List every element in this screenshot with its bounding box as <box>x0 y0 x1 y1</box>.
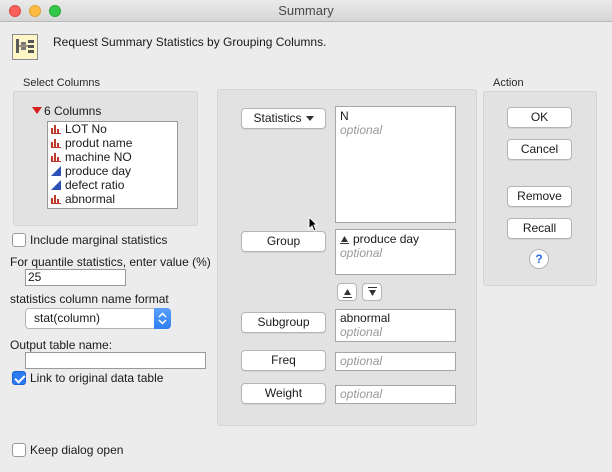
name-format-label: statistics column name format <box>10 292 169 306</box>
close-window-button[interactable] <box>9 5 21 17</box>
sort-descending-button[interactable] <box>362 283 382 301</box>
window-title: Summary <box>278 3 334 18</box>
sort-ascending-icon <box>340 236 349 244</box>
statistics-role-box[interactable]: N optional <box>335 106 456 223</box>
quantile-input[interactable]: 25 <box>25 269 126 286</box>
freq-button[interactable]: Freq <box>241 350 326 371</box>
maximize-window-button[interactable] <box>49 5 61 17</box>
column-list[interactable]: LOT No produt name machine NO produce da… <box>47 121 178 209</box>
statistics-role-value: N <box>340 109 349 123</box>
cancel-button[interactable]: Cancel <box>507 139 572 160</box>
action-label: Action <box>493 77 524 89</box>
output-table-input[interactable] <box>25 352 206 369</box>
name-format-value: stat(column) <box>34 311 101 325</box>
freq-role-box[interactable]: optional <box>335 352 456 371</box>
list-item[interactable]: abnormal <box>48 192 177 206</box>
keep-open-label: Keep dialog open <box>30 443 124 457</box>
group-role-placeholder: optional <box>340 246 383 260</box>
continuous-triangle-icon <box>51 180 61 190</box>
include-marginal-label: Include marginal statistics <box>30 233 168 247</box>
group-role-item[interactable]: produce day <box>340 232 455 246</box>
updown-chevron-icon <box>154 308 171 329</box>
mouse-cursor-icon <box>308 215 319 235</box>
list-item[interactable]: machine NO <box>48 150 177 164</box>
name-format-select[interactable]: stat(column) <box>25 308 171 329</box>
link-original-checkbox[interactable] <box>12 371 26 385</box>
list-item[interactable]: produce day <box>48 164 177 178</box>
minimize-window-button[interactable] <box>29 5 41 17</box>
subgroup-button[interactable]: Subgroup <box>241 312 326 333</box>
subgroup-role-value: abnormal <box>340 311 391 325</box>
sort-ascending-icon <box>343 289 352 298</box>
continuous-triangle-icon <box>51 166 61 176</box>
select-columns-label: Select Columns <box>23 77 101 89</box>
statistics-button[interactable]: Statistics <box>241 108 326 129</box>
nominal-bar-icon <box>51 139 61 148</box>
disclosure-triangle-icon <box>32 107 42 114</box>
title-bar[interactable]: Summary <box>0 0 612 22</box>
subgroup-role-placeholder: optional <box>340 325 383 339</box>
group-role-box[interactable]: produce day optional <box>335 229 456 275</box>
sort-descending-icon <box>368 287 377 296</box>
weight-role-box[interactable]: optional <box>335 385 456 404</box>
link-original-label: Link to original data table <box>30 371 164 385</box>
recall-button[interactable]: Recall <box>507 218 572 239</box>
dialog-description: Request Summary Statistics by Grouping C… <box>53 35 327 49</box>
dropdown-caret-icon <box>305 116 314 121</box>
weight-button[interactable]: Weight <box>241 383 326 404</box>
quantile-label: For quantile statistics, enter value (%) <box>10 255 211 269</box>
summary-dialog: Summary Request Summary Statistics by Gr… <box>0 0 612 472</box>
subgroup-role-box[interactable]: abnormal optional <box>335 309 456 342</box>
column-count-label: 6 Columns <box>44 104 102 118</box>
summary-platform-icon <box>12 34 38 60</box>
list-item[interactable]: defect ratio <box>48 178 177 192</box>
help-button[interactable]: ? <box>529 249 549 269</box>
remove-button[interactable]: Remove <box>507 186 572 207</box>
nominal-bar-icon <box>51 153 61 162</box>
nominal-bar-icon <box>51 195 61 204</box>
nominal-bar-icon <box>51 125 61 134</box>
keep-open-checkbox[interactable] <box>12 443 26 457</box>
list-item[interactable]: produt name <box>48 136 177 150</box>
column-count-toggle[interactable]: 6 Columns <box>32 104 101 118</box>
list-item[interactable]: LOT No <box>48 122 177 136</box>
ok-button[interactable]: OK <box>507 107 572 128</box>
output-table-label: Output table name: <box>10 338 113 352</box>
include-marginal-checkbox[interactable] <box>12 233 26 247</box>
statistics-role-placeholder: optional <box>340 123 383 137</box>
sort-ascending-button[interactable] <box>337 283 357 301</box>
